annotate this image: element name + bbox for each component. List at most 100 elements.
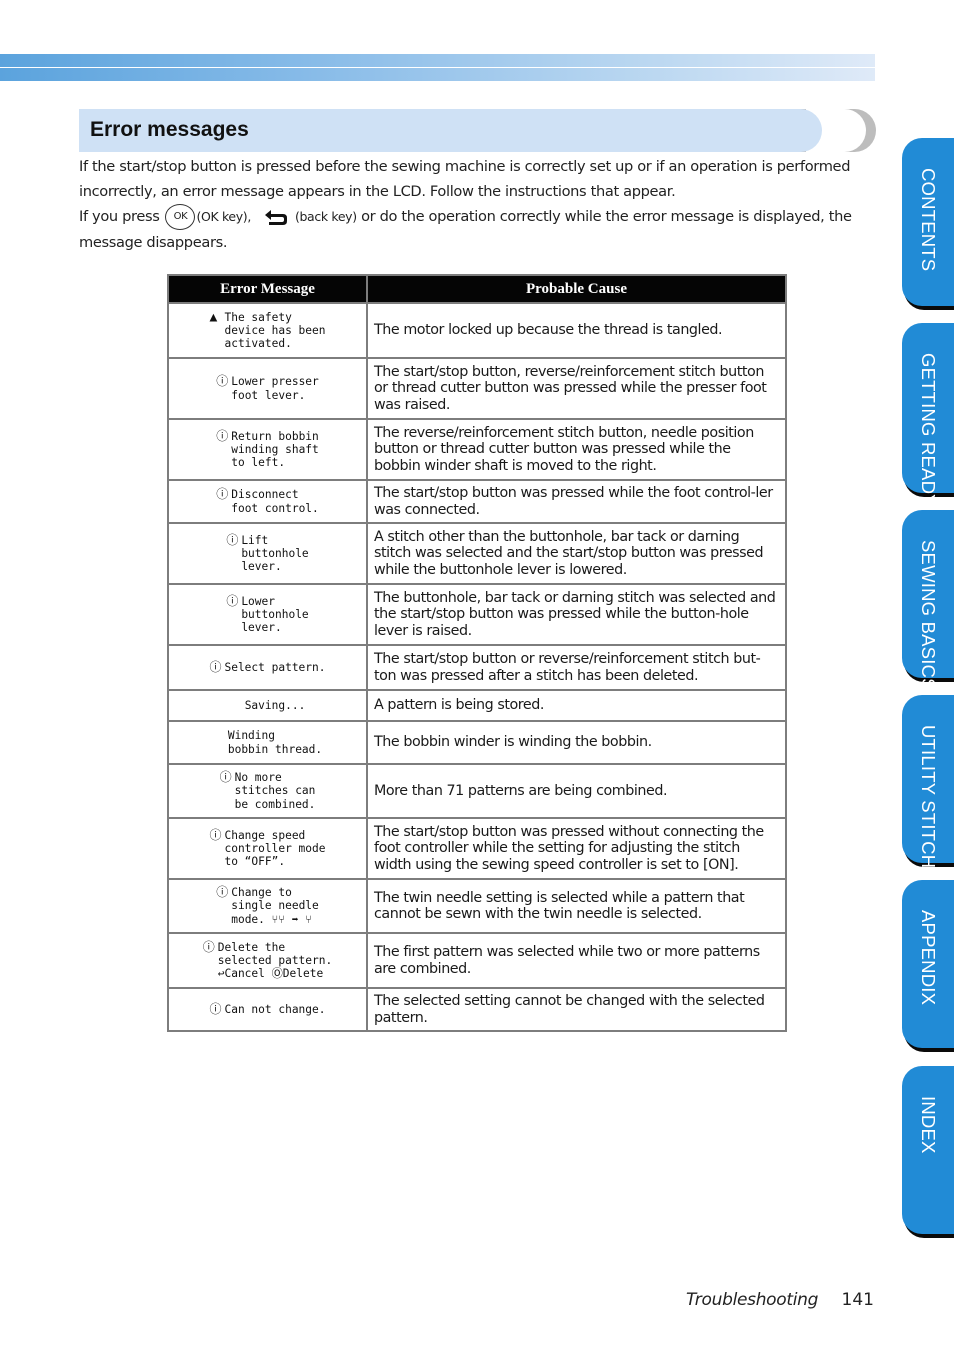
lcd-message-content: ⓘ No more stitches can be combined. xyxy=(220,771,316,811)
lcd-message-content: ⓘ Lift buttonhole lever. xyxy=(226,533,308,574)
lcd-message-text: Saving... xyxy=(244,698,306,712)
back-key-label: (back key) xyxy=(294,209,357,224)
alert-circle-icon: ⓘ xyxy=(219,770,232,785)
lcd-message-content: ⓘ Can not change. xyxy=(209,1002,326,1016)
side-tab-sewing-basics[interactable]: SEWING BASICS xyxy=(902,510,954,691)
lcd-message-content: ⓘ Delete the selected pattern. ↩Cancel ⓄD… xyxy=(202,939,333,981)
probable-cause-cell: The start/stop button was pressed while … xyxy=(366,479,787,524)
lcd-message-text: Can not change. xyxy=(224,1002,326,1016)
alert-circle-icon: ⓘ xyxy=(202,939,215,954)
back-key-icon xyxy=(264,210,287,225)
probable-cause-cell: The twin needle setting is selected whil… xyxy=(366,878,787,934)
lcd-message: ⓘ Lift buttonhole lever. xyxy=(169,533,366,574)
side-tab-index[interactable]: INDEX xyxy=(902,1066,954,1234)
error-message-cell: ⓘ Change speed controller mode to “OFF”. xyxy=(167,817,368,880)
band-stripe xyxy=(0,68,875,81)
table-row: Winding bobbin thread. The bobbin winder … xyxy=(167,720,787,765)
probable-cause-cell: The first pattern was selected while two… xyxy=(366,932,787,989)
error-message-cell: ⓘ Lower buttonhole lever. xyxy=(167,583,368,646)
alert-circle-icon: ⓘ xyxy=(226,593,239,608)
table-row: ⓘ Change to single needle mode. ⑂⑂ ➡ ⑂ The… xyxy=(167,878,787,934)
icon-spacer xyxy=(213,729,228,756)
probable-cause-cell: The selected setting cannot be changed w… xyxy=(366,987,787,1032)
error-message-cell: ⓘ No more stitches can be combined. xyxy=(167,763,368,819)
probable-cause-cell: The start/stop button was pressed withou… xyxy=(366,817,787,880)
alert-circle-icon: ⓘ xyxy=(209,659,222,674)
lcd-message: ⓘ Return bobbin winding shaft to left. xyxy=(169,428,366,470)
page-title: Error messages xyxy=(90,118,249,141)
lcd-message-content: Saving... xyxy=(230,699,306,712)
alert-circle-icon: ⓘ xyxy=(216,374,229,389)
table-row: ⓘ Delete the selected pattern. ↩Cancel ⓄD… xyxy=(167,932,787,989)
lcd-message-text: Change to single needle mode. ⑂⑂ ➡ ⑂ xyxy=(231,886,319,926)
alert-circle-icon: ⓘ xyxy=(216,428,229,443)
probable-cause-cell: The motor locked up because the thread i… xyxy=(366,302,787,359)
lcd-message-content: ⓘ Return bobbin winding shaft to left. xyxy=(216,428,319,470)
lcd-message: ⓘ Select pattern. xyxy=(169,659,366,674)
error-message-cell: ⓘ Change to single needle mode. ⑂⑂ ➡ ⑂ xyxy=(167,878,368,934)
lcd-message: ⓘ Disconnect foot control. xyxy=(169,488,366,515)
lcd-message: Saving... xyxy=(169,699,366,712)
lcd-message: ⓘ Change speed controller mode to “OFF”. xyxy=(169,827,366,869)
intro-line-2: If you press OK (OK key), (back key) or do … xyxy=(79,204,879,255)
lcd-message: ⓘ Delete the selected pattern. ↩Cancel ⓄD… xyxy=(169,939,366,981)
side-tab-getting-ready[interactable]: GETTING READY xyxy=(902,323,954,507)
error-message-cell: ⓘ Disconnect foot control. xyxy=(167,479,368,524)
side-tab-label: APPENDIX xyxy=(918,910,939,1006)
probable-cause-cell: The buttonhole, bar tack or darning stit… xyxy=(366,583,787,646)
intro-paragraph: If the start/stop button is pressed befo… xyxy=(79,154,879,255)
probable-cause-cell: A pattern is being stored. xyxy=(366,689,787,722)
error-message-cell: ⓘ Return bobbin winding shaft to left. xyxy=(167,418,368,481)
band-stripe xyxy=(0,54,875,67)
error-message-cell: Saving... xyxy=(167,689,368,722)
lcd-message-text: Return bobbin winding shaft to left. xyxy=(231,429,319,470)
side-tab-label: GETTING READY xyxy=(918,353,939,507)
probable-cause-cell: The start/stop button or reverse/reinfor… xyxy=(366,644,787,691)
top-decorative-band xyxy=(0,54,875,81)
lcd-message-content: ⓘ Lower presser foot lever. xyxy=(216,375,319,402)
table-row: ⓘ Select pattern. The start/stop button or… xyxy=(167,644,787,691)
ok-key-label: (OK key), xyxy=(196,209,251,224)
icon-spacer xyxy=(230,699,245,712)
lcd-message-content: ⓘ Select pattern. xyxy=(209,659,325,674)
lcd-message-text: No more stitches can be combined. xyxy=(234,771,316,811)
lcd-message-content: ▲ The safety device has been activated. xyxy=(209,311,325,351)
probable-cause-cell: The bobbin winder is winding the bobbin. xyxy=(366,720,787,765)
side-tab-label: CONTENTS xyxy=(918,168,939,272)
error-message-cell: ⓘ Can not change. xyxy=(167,987,368,1032)
table-row: ⓘ Return bobbin winding shaft to left. The… xyxy=(167,418,787,481)
table-row: ⓘ Lift buttonhole lever. A stitch other th… xyxy=(167,522,787,585)
probable-cause-cell: The reverse/reinforcement stitch button,… xyxy=(366,418,787,481)
table-row: ⓘ Lower presser foot lever. The start/stop… xyxy=(167,357,787,420)
lcd-message-text: Change speed controller mode to “OFF”. xyxy=(224,828,326,869)
side-tab-contents[interactable]: CONTENTS xyxy=(902,138,954,306)
column-header-probable-cause: Probable Cause xyxy=(366,274,787,304)
side-tab-appendix[interactable]: APPENDIX xyxy=(902,880,954,1048)
lcd-message-text: Lower presser foot lever. xyxy=(231,375,319,402)
alert-circle-icon: ⓘ xyxy=(209,827,222,842)
page-number: 141 xyxy=(841,1290,874,1310)
side-tab-label: UTILITY STITCHES xyxy=(918,725,939,894)
lcd-message-text: Disconnect foot control. xyxy=(231,488,319,515)
probable-cause-cell: A stitch other than the buttonhole, bar … xyxy=(366,522,787,585)
error-message-cell: ⓘ Delete the selected pattern. ↩Cancel ⓄD… xyxy=(167,932,368,989)
page-footer: Troubleshooting 141 xyxy=(686,1290,874,1310)
probable-cause-cell: More than 71 patterns are being combined… xyxy=(366,763,787,819)
table-row: ▲ The safety device has been activated. Th… xyxy=(167,302,787,359)
error-message-cell: ▲ The safety device has been activated. xyxy=(167,302,368,359)
lcd-message: ⓘ Can not change. xyxy=(169,1002,366,1016)
side-tab-label: INDEX xyxy=(918,1096,939,1154)
lcd-message-content: ⓘ Change to single needle mode. ⑂⑂ ➡ ⑂ xyxy=(216,886,319,926)
side-tab-utility-stitches[interactable]: UTILITY STITCHES xyxy=(902,695,954,893)
table-row: Saving... A pattern is being stored. xyxy=(167,689,787,722)
side-tab-label: SEWING BASICS xyxy=(918,540,939,691)
lcd-message: ▲ The safety device has been activated. xyxy=(169,311,366,351)
lcd-message: ⓘ No more stitches can be combined. xyxy=(169,771,366,811)
table-row: ⓘ Change speed controller mode to “OFF”. T… xyxy=(167,817,787,880)
probable-cause-cell: The start/stop button, reverse/reinforce… xyxy=(366,357,787,420)
error-message-cell: ⓘ Lift buttonhole lever. xyxy=(167,522,368,585)
intro-prefix: If you press xyxy=(79,208,160,225)
table-row: ⓘ Lower buttonhole lever. The buttonhole, … xyxy=(167,583,787,646)
table-header-row: Error Message Probable Cause xyxy=(167,274,787,304)
error-message-cell: Winding bobbin thread. xyxy=(167,720,368,765)
